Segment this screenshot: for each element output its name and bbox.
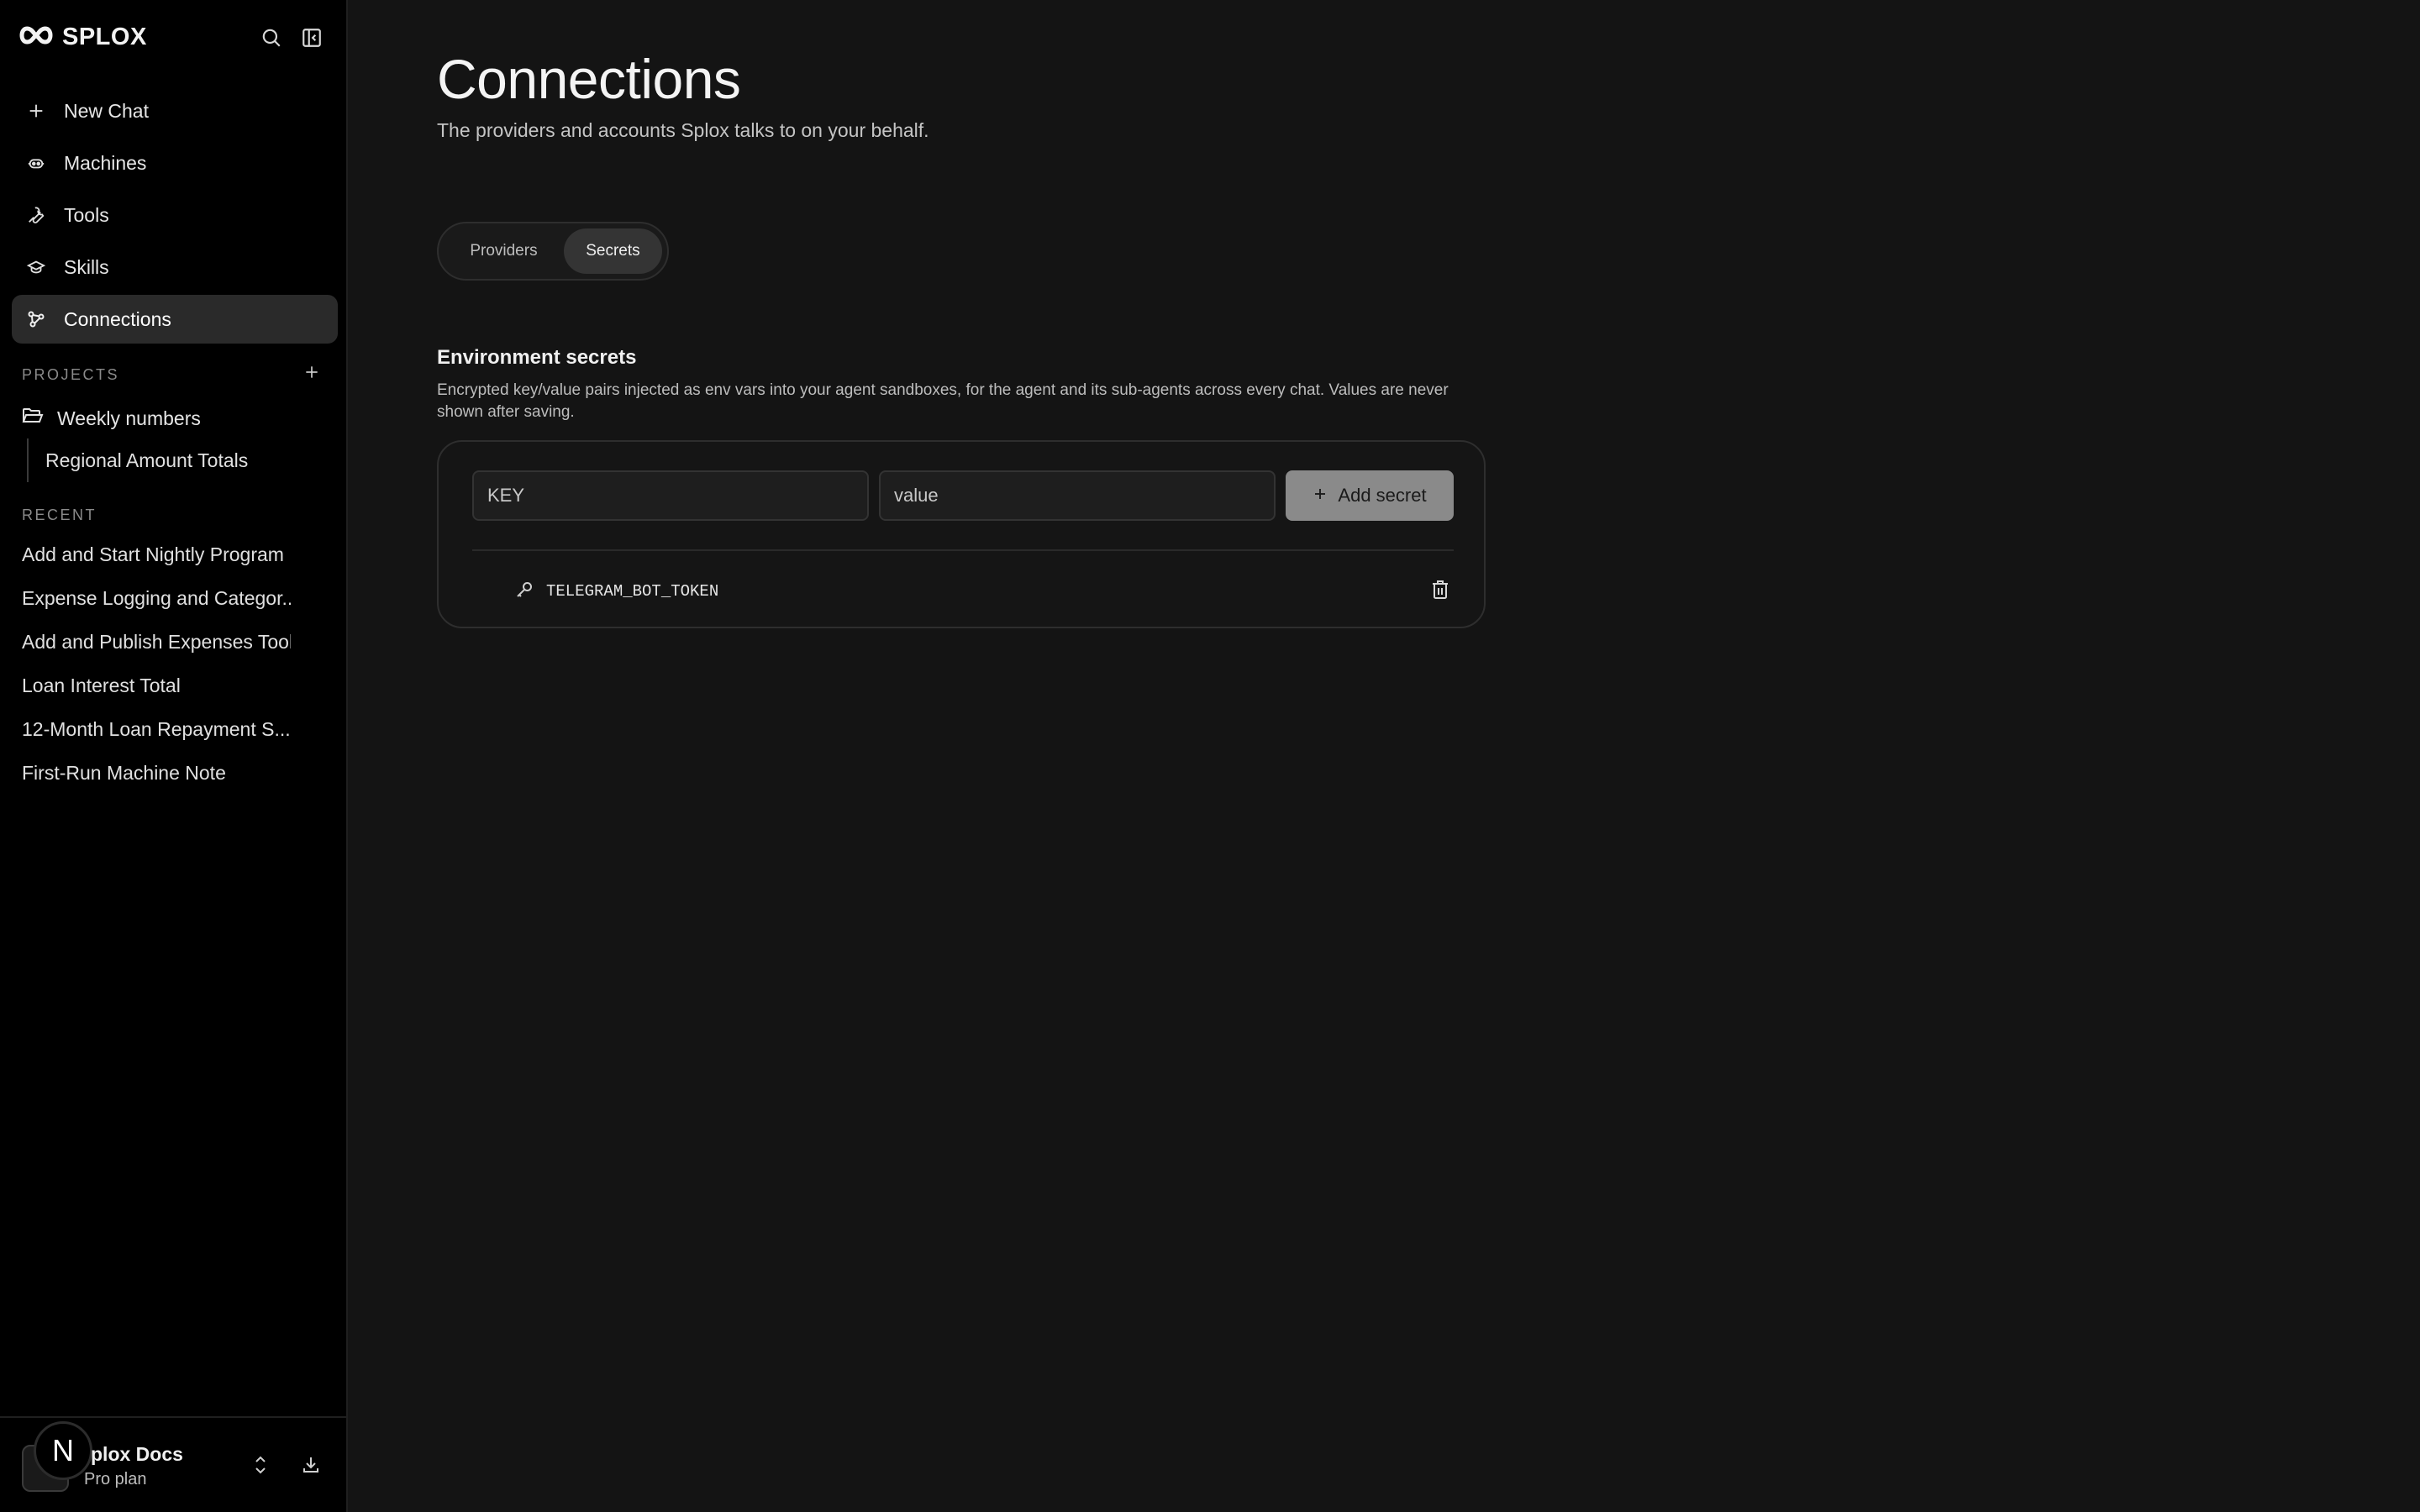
nav-item-label: Tools [64,203,109,226]
nav-item-label: Connections [64,307,171,330]
trash-icon [1431,580,1449,604]
project-item-weekly-numbers[interactable]: Weekly numbers [22,403,201,433]
secret-key-name: TELEGRAM_BOT_TOKEN [546,582,719,601]
recent-item[interactable]: Add and Start Nightly Program [22,533,291,576]
key-icon [514,580,534,604]
connections-icon [25,308,47,330]
section-description: Encrypted key/value pairs injected as en… [437,381,1449,421]
connections-tabs: Providers Secrets [437,222,669,281]
workspace-switcher[interactable]: N plox Docs Pro plan [0,1416,348,1512]
nav-item-new-chat[interactable]: New Chat [12,87,338,135]
recent-item[interactable]: Expense Logging and Categor... [22,576,291,620]
page-title: Connections [437,48,741,110]
workspace-name: plox Docs [91,1443,183,1465]
workspace-plan: Pro plan [84,1470,147,1488]
robot-icon [25,152,47,174]
plus-icon [25,100,47,122]
download-icon[interactable] [297,1452,324,1478]
recent-item[interactable]: First-Run Machine Note [22,751,291,795]
project-label: Weekly numbers [57,407,201,429]
secret-row: TELEGRAM_BOT_TOKEN [514,573,1462,610]
chevron-up-down-icon[interactable] [247,1452,274,1478]
nav-item-label: Machines [64,151,147,174]
folder-open-icon [22,407,44,430]
brand-name: SPLOX [62,23,147,50]
nav-item-skills[interactable]: Skills [12,243,338,291]
nav-item-connections[interactable]: Connections [12,295,338,344]
splox-logo-icon [17,25,55,50]
nav-item-tools[interactable]: Tools [12,191,338,239]
delete-secret-button[interactable] [1428,580,1452,603]
project-chat-regional-amount-totals[interactable]: Regional Amount Totals [27,438,248,482]
add-secret-label: Add secret [1338,485,1427,506]
plus-icon [303,364,320,385]
project-chat-label: Regional Amount Totals [45,449,249,471]
secret-key-input[interactable] [472,470,869,521]
nav-item-label: Skills [64,255,109,278]
page-subtitle: The providers and accounts Splox talks t… [437,119,929,141]
graduation-cap-icon [25,256,47,278]
tab-secrets[interactable]: Secrets [563,228,662,274]
main-nav: New Chat Machines Tools Skills Connectio… [12,87,338,347]
recent-item[interactable]: Add and Publish Expenses Tool [22,620,291,664]
divider [472,549,1454,551]
recent-list: Add and Start Nightly Program Expense Lo… [22,533,291,795]
nav-item-machines[interactable]: Machines [12,139,338,187]
recent-section-label: RECENT [22,507,97,523]
collapse-sidebar-icon[interactable] [297,24,326,52]
recent-item[interactable]: Loan Interest Total [22,664,291,707]
add-project-button[interactable] [299,361,324,386]
secret-value-input[interactable] [879,470,1276,521]
sidebar: SPLOX New Chat Machines Tools Skills Con… [0,0,348,1512]
tab-providers[interactable]: Providers [444,228,564,274]
projects-section-label: PROJECTS [22,366,120,383]
nav-item-label: New Chat [64,99,149,122]
section-heading: Environment secrets [437,346,637,369]
wrench-icon [25,204,47,226]
recent-item[interactable]: 12-Month Loan Repayment S... [22,707,291,751]
add-secret-button[interactable]: Add secret [1286,470,1454,521]
secrets-card: Add secret TELEGRAM_BOT_TOKEN [437,440,1486,628]
search-icon[interactable] [257,24,286,52]
brand[interactable]: SPLOX [17,22,147,52]
plus-icon [1313,485,1328,507]
